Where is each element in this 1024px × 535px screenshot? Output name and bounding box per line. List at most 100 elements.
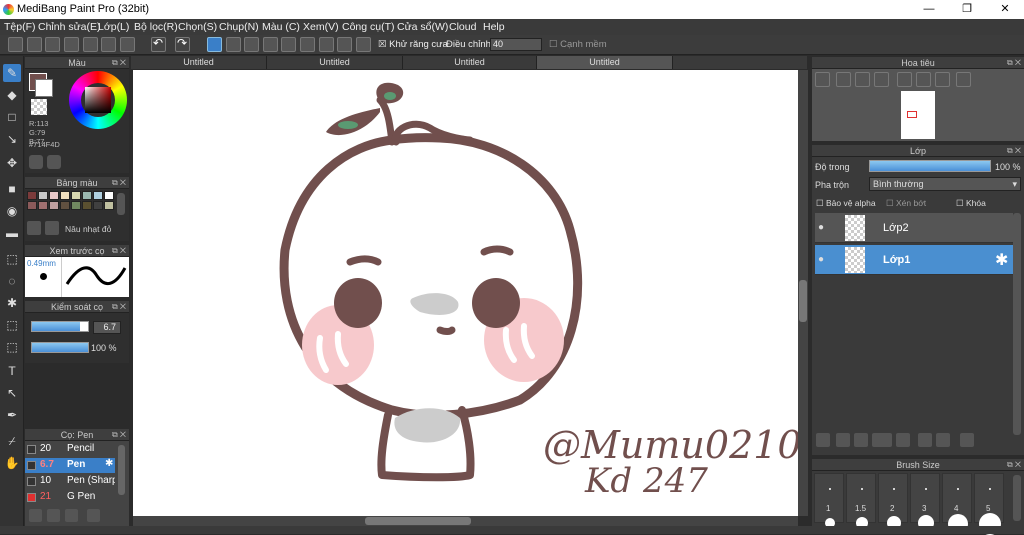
cloud-icon[interactable] (8, 37, 23, 52)
panel-controls-icon[interactable]: ⧉ ✕ (112, 301, 126, 313)
eye-icon[interactable]: ● (818, 222, 824, 233)
brush-size-cell[interactable]: 4 (942, 473, 972, 534)
snap-circle-icon[interactable] (300, 37, 315, 52)
brush-size-cell[interactable]: 1 (814, 473, 844, 528)
add-brush-icon[interactable] (29, 509, 42, 522)
menu-help[interactable]: Help (483, 21, 505, 33)
gradient-tool-icon[interactable]: ▬ (3, 224, 21, 242)
brush-size-cell[interactable]: 5 (974, 473, 1004, 535)
antialias-checkbox[interactable]: ☒ Khử răng cưa (378, 39, 448, 50)
color-wheel[interactable] (69, 71, 127, 129)
brush-size-value[interactable]: 6.7 (93, 321, 121, 334)
blend-mode-select[interactable]: Bình thường ▾ (869, 177, 1021, 191)
layer-row-lop2[interactable]: ● Lớp2 (815, 213, 1013, 243)
palette-swatch[interactable] (49, 201, 59, 210)
operation-tool-icon[interactable]: ↖ (3, 384, 21, 402)
brush-trash-icon[interactable] (87, 509, 100, 522)
new-brush-icon[interactable] (47, 509, 60, 522)
tab-untitled-4[interactable]: Untitled (537, 56, 673, 69)
zoom-in-icon[interactable] (836, 72, 851, 87)
restore-button[interactable]: ❐ (948, 0, 986, 19)
dot-tool-icon[interactable]: ↘ (3, 130, 21, 148)
clip-checkbox[interactable]: ☐ Xén bớt (886, 198, 926, 209)
gear-icon[interactable] (356, 37, 371, 52)
snap-parallel-icon[interactable] (226, 37, 241, 52)
menu-select[interactable]: Chọn(S) (178, 21, 217, 33)
palette-scrollbar[interactable] (117, 193, 125, 215)
zoom-out-icon[interactable] (874, 72, 889, 87)
menu-layer[interactable]: Lớp(L) (98, 21, 129, 33)
soft-edge-checkbox[interactable]: ☐ Cạnh mềm (549, 39, 607, 50)
panel-controls-icon[interactable]: ⧉ ✕ (112, 57, 126, 69)
snap-grid-icon[interactable] (244, 37, 259, 52)
brush-size-cell[interactable]: 3 (910, 473, 940, 531)
color-square[interactable] (85, 87, 111, 113)
brush-gear-icon[interactable]: ✱ (105, 458, 113, 469)
brush-size-slider[interactable] (31, 321, 89, 332)
bucket-tool-icon[interactable]: ◉ (3, 202, 21, 220)
brush-size-scrollbar[interactable] (1013, 475, 1021, 521)
panel-controls-icon[interactable]: ⧉ ✕ (112, 429, 126, 441)
layer-settings-gear-icon[interactable]: ✱ (995, 250, 1008, 270)
vertical-scroll-thumb[interactable] (799, 280, 807, 322)
hand-tool-icon[interactable]: ✋ (3, 454, 21, 472)
grid-icon[interactable] (120, 37, 135, 52)
layer-row-lop1[interactable]: ● Lớp1 ✱ (815, 245, 1013, 275)
undo-icon[interactable]: ↶ (151, 36, 166, 52)
background-color-swatch[interactable] (35, 79, 53, 97)
duplicate-layer-icon[interactable] (918, 433, 932, 447)
palette-swatch[interactable] (71, 201, 81, 210)
eye-icon[interactable]: ● (818, 254, 824, 265)
palette-swatch[interactable] (27, 191, 37, 200)
color-settings-icon[interactable] (47, 155, 61, 169)
chat-icon[interactable] (64, 37, 79, 52)
brush-item-pen[interactable]: 6.7 Pen ✱ (25, 458, 115, 473)
delete-layer-icon[interactable] (960, 433, 974, 447)
palette-swatch[interactable] (38, 201, 48, 210)
tab-untitled-1[interactable]: Untitled (131, 56, 267, 69)
menu-view[interactable]: Xem(V) (303, 21, 339, 33)
move-tool-icon[interactable]: ✥ (3, 154, 21, 172)
menu-tools[interactable]: Công cụ(T) (342, 21, 395, 33)
menu-window[interactable]: Cửa sổ(W) (397, 21, 448, 33)
merge-layer-icon[interactable] (936, 433, 950, 447)
palette-swatch[interactable] (93, 191, 103, 200)
share-icon[interactable] (27, 37, 42, 52)
canvas-vertical-scrollbar[interactable] (798, 70, 808, 516)
transparent-swatch[interactable] (31, 99, 47, 115)
new-layer-icon[interactable] (816, 433, 830, 447)
panel-controls-icon[interactable]: ⧉ ✕ (1007, 145, 1021, 157)
brush-size-cell[interactable]: 1.5 (846, 473, 876, 529)
zoom-actual-icon[interactable] (855, 72, 870, 87)
brush-size-cell[interactable]: 2 (878, 473, 908, 530)
palette-swatch[interactable] (82, 191, 92, 200)
panel-controls-icon[interactable]: ⧉ ✕ (1007, 459, 1021, 471)
layer-add-dropdown-icon[interactable] (872, 433, 892, 447)
redo-icon[interactable]: ↷ (175, 36, 190, 52)
navigator-thumbnail[interactable] (901, 91, 935, 139)
document-icon[interactable] (83, 37, 98, 52)
snap-radial-icon[interactable] (281, 37, 296, 52)
horizontal-scroll-thumb[interactable] (365, 517, 471, 525)
shape-tool-icon[interactable]: □ (3, 108, 21, 126)
palette-swatch[interactable] (104, 191, 114, 200)
fill-rect-tool-icon[interactable]: ■ (3, 180, 21, 198)
minimize-button[interactable]: — (910, 0, 948, 19)
palette-swatch[interactable] (38, 191, 48, 200)
panel-controls-icon[interactable]: ⧉ ✕ (112, 177, 126, 189)
menu-capture[interactable]: Chụp(N) (219, 21, 259, 33)
palette-icon[interactable] (29, 155, 43, 169)
canvas-horizontal-scrollbar[interactable] (133, 516, 798, 526)
layer-list-scrollbar[interactable] (1013, 213, 1021, 435)
palette-swatch[interactable] (60, 191, 70, 200)
menu-cloud[interactable]: Cloud (449, 21, 476, 33)
comment-icon[interactable] (45, 37, 60, 52)
panel-controls-icon[interactable]: ⧉ ✕ (1007, 57, 1021, 69)
protect-alpha-checkbox[interactable]: ☐ Bảo vệ alpha (816, 198, 876, 209)
select-eraser-tool-icon[interactable]: ⬚ (3, 338, 21, 356)
page-icon[interactable] (101, 37, 116, 52)
rotate-reset-icon[interactable] (916, 72, 931, 87)
snap-off-icon[interactable] (207, 37, 222, 52)
snap-curve-icon[interactable] (319, 37, 334, 52)
snap-ellipse-icon[interactable] (337, 37, 352, 52)
